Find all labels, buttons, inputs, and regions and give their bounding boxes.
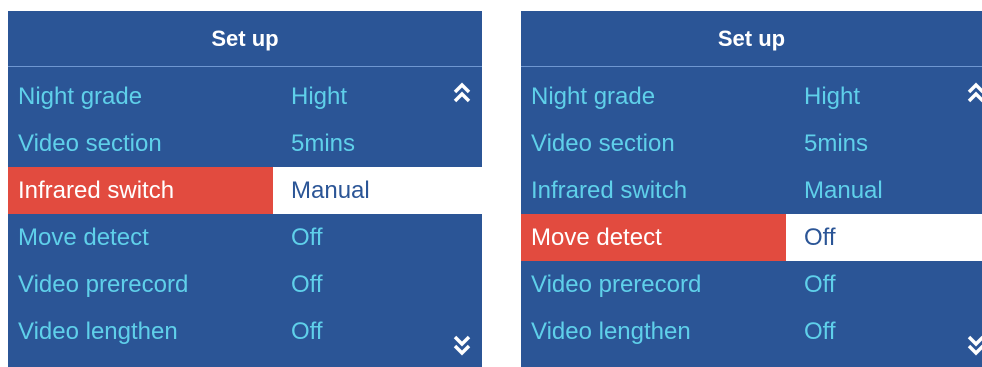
setting-label: Video section <box>18 129 162 157</box>
panel-title: Set up <box>521 11 982 67</box>
setting-value: Off <box>804 317 836 345</box>
settings-row-infrared-switch[interactable]: Infrared switch Manual <box>8 167 482 214</box>
settings-row-move-detect[interactable]: Move detect Off <box>8 214 482 261</box>
setting-value: Off <box>291 223 323 251</box>
setting-value: Off <box>804 270 836 298</box>
settings-list: Night grade Hight Video section 5mins In… <box>8 73 482 355</box>
setting-label: Video lengthen <box>18 317 178 345</box>
settings-panel-right: Set up Night grade Hight Video section 5… <box>521 11 982 367</box>
setting-label: Video section <box>531 129 675 157</box>
settings-row-video-section[interactable]: Video section 5mins <box>8 120 482 167</box>
settings-row-video-section[interactable]: Video section 5mins <box>521 120 982 167</box>
settings-row-video-lengthen[interactable]: Video lengthen Off <box>521 308 982 355</box>
setting-value: Hight <box>804 82 861 110</box>
settings-row-video-prerecord[interactable]: Video prerecord Off <box>8 261 482 308</box>
settings-row-infrared-switch[interactable]: Infrared switch Manual <box>521 167 982 214</box>
setting-label: Video lengthen <box>531 317 691 345</box>
double-chevron-down-icon[interactable] <box>966 333 982 357</box>
setting-value: Manual <box>273 167 482 214</box>
setting-label: Move detect <box>521 214 786 261</box>
setting-value: Hight <box>291 82 348 110</box>
setting-value: 5mins <box>804 129 869 157</box>
double-chevron-down-icon[interactable] <box>452 333 472 357</box>
settings-row-night-grade[interactable]: Night grade Hight <box>8 73 482 120</box>
setting-label: Video prerecord <box>18 270 189 298</box>
setting-label: Night grade <box>531 82 656 110</box>
setting-value: Off <box>291 317 323 345</box>
setting-label: Infrared switch <box>531 176 688 204</box>
setting-label: Night grade <box>18 82 143 110</box>
settings-row-video-prerecord[interactable]: Video prerecord Off <box>521 261 982 308</box>
settings-panel-left: Set up Night grade Hight Video section 5… <box>8 11 482 367</box>
settings-row-move-detect[interactable]: Move detect Off <box>521 214 982 261</box>
setting-label: Infrared switch <box>8 167 273 214</box>
double-chevron-up-icon[interactable] <box>966 81 982 105</box>
setting-value: Off <box>291 270 323 298</box>
setting-label: Move detect <box>18 223 149 251</box>
settings-row-night-grade[interactable]: Night grade Hight <box>521 73 982 120</box>
setting-value: Off <box>786 214 982 261</box>
setting-value: 5mins <box>291 129 356 157</box>
setting-label: Video prerecord <box>531 270 702 298</box>
settings-list: Night grade Hight Video section 5mins In… <box>521 73 982 355</box>
double-chevron-up-icon[interactable] <box>452 81 472 105</box>
panel-title: Set up <box>8 11 482 67</box>
setting-value: Manual <box>804 176 883 204</box>
settings-row-video-lengthen[interactable]: Video lengthen Off <box>8 308 482 355</box>
